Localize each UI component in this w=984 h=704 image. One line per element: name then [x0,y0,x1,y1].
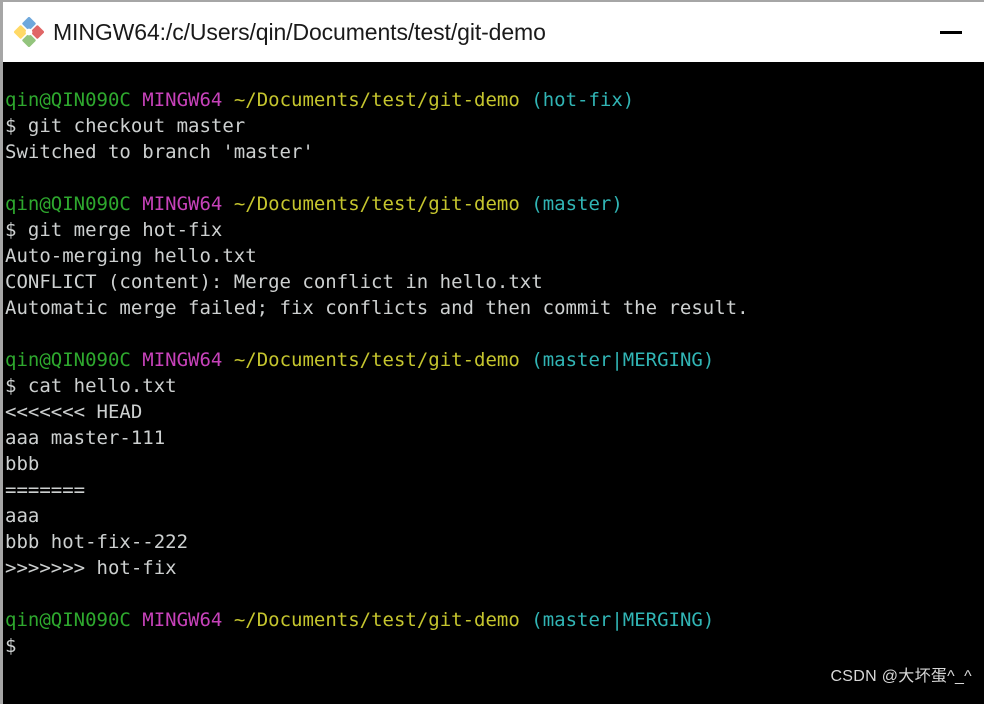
terminal-line-command: $ cat hello.txt [3,373,984,399]
terminal-output-text: aaa [5,505,40,527]
terminal-line-output: Auto-merging hello.txt [3,243,984,269]
terminal-command-text: $ cat hello.txt [5,375,177,397]
terminal-line-prompt: qin@QIN090C MINGW64 ~/Documents/test/git… [3,87,984,113]
terminal-output-text: Auto-merging hello.txt [5,245,257,267]
prompt-path: ~/Documents/test/git-demo [233,193,520,215]
terminal-line-command: $ [3,633,984,659]
prompt-path: ~/Documents/test/git-demo [233,89,520,111]
prompt-user_host: qin@QIN090C [5,609,131,631]
prompt-user_host: qin@QIN090C [5,193,131,215]
terminal-line-output: aaa [3,503,984,529]
terminal-command-text: $ git checkout master [5,115,246,137]
mingw64-terminal-window: MINGW64:/c/Users/qin/Documents/test/git-… [0,0,984,704]
terminal-output-text: Automatic merge failed; fix conflicts an… [5,297,749,319]
terminal-line-output: Automatic merge failed; fix conflicts an… [3,295,984,321]
terminal-line-output: <<<<<<< HEAD [3,399,984,425]
prompt-shell: MINGW64 [142,193,223,215]
csdn-watermark: CSDN @大坏蛋^_^ [830,668,972,685]
terminal-line-output: bbb [3,451,984,477]
terminal-line-prompt: qin@QIN090C MINGW64 ~/Documents/test/git… [3,607,984,633]
terminal-line-output: bbb hot-fix--222 [3,529,984,555]
prompt-shell: MINGW64 [142,89,223,111]
terminal-line-command: $ git checkout master [3,113,984,139]
prompt-shell: MINGW64 [142,349,223,371]
terminal-body[interactable]: qin@QIN090C MINGW64 ~/Documents/test/git… [0,62,984,704]
terminal-output-text: bbb hot-fix--222 [5,531,189,553]
prompt-branch: (master|MERGING) [531,609,715,631]
minimize-button[interactable] [928,9,974,55]
terminal-line-command: $ git merge hot-fix [3,217,984,243]
terminal-line-output: aaa master-111 [3,425,984,451]
terminal-line-prompt: qin@QIN090C MINGW64 ~/Documents/test/git… [3,191,984,217]
window-titlebar[interactable]: MINGW64:/c/Users/qin/Documents/test/git-… [0,0,984,62]
terminal-output-text: >>>>>>> hot-fix [5,557,177,579]
terminal-output-text: CONFLICT (content): Merge conflict in he… [5,271,543,293]
minimize-icon [940,30,962,34]
prompt-shell: MINGW64 [142,609,223,631]
terminal-line-output: ======= [3,477,984,503]
terminal-output-text: aaa master-111 [5,427,166,449]
prompt-user_host: qin@QIN090C [5,349,131,371]
terminal-command-text: $ [5,635,17,657]
terminal-output-text: bbb [5,453,40,475]
terminal-line-output: Switched to branch 'master' [3,139,984,165]
terminal-screen[interactable]: qin@QIN090C MINGW64 ~/Documents/test/git… [3,87,984,659]
mingw-diamond-icon [14,17,44,47]
prompt-branch: (hot-fix) [531,89,635,111]
window-title: MINGW64:/c/Users/qin/Documents/test/git-… [53,18,546,45]
prompt-path: ~/Documents/test/git-demo [233,609,520,631]
terminal-output-text: ======= [5,479,86,501]
terminal-command-text: $ git merge hot-fix [5,219,223,241]
terminal-line-output: CONFLICT (content): Merge conflict in he… [3,269,984,295]
terminal-output-text: Switched to branch 'master' [5,141,314,163]
terminal-line-prompt: qin@QIN090C MINGW64 ~/Documents/test/git… [3,347,984,373]
prompt-path: ~/Documents/test/git-demo [233,349,520,371]
prompt-user_host: qin@QIN090C [5,89,131,111]
terminal-line-output: >>>>>>> hot-fix [3,555,984,581]
prompt-branch: (master|MERGING) [531,349,715,371]
terminal-output-text: <<<<<<< HEAD [5,401,143,423]
prompt-branch: (master) [531,193,623,215]
